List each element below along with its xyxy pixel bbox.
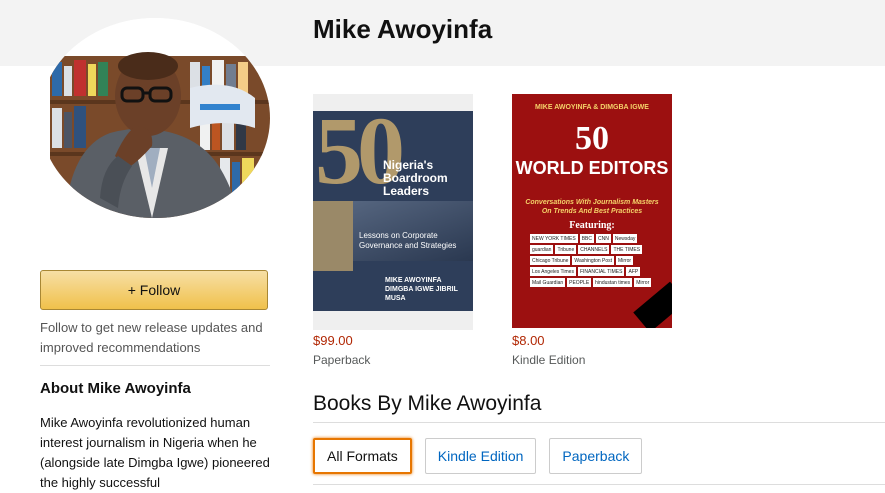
about-heading: About Mike Awoyinfa xyxy=(40,380,191,397)
cover-logo-badge: Mail Guardian xyxy=(530,278,566,287)
book-price[interactable]: $99.00 xyxy=(313,333,353,348)
book-card[interactable]: MIKE AWOYINFA & DIMGBA IGWE 50 WORLD EDI… xyxy=(512,94,682,367)
book-format: Kindle Edition xyxy=(512,353,586,367)
cover-logo-badge: Mirror xyxy=(634,278,652,287)
book-price[interactable]: $8.00 xyxy=(512,333,545,348)
cover-logo-badge: Newsday xyxy=(612,234,638,243)
cover-logo-badge: THE TIMES xyxy=(611,245,643,254)
cover-tagline: Conversations With Journalism Masters On… xyxy=(525,199,659,215)
cover-logo-badge: PEOPLE xyxy=(567,278,592,287)
section-divider xyxy=(313,422,885,423)
cover-subtitle: Lessons on Corporate Governance and Stra… xyxy=(359,231,457,250)
tab-paperback[interactable]: Paperback xyxy=(549,438,643,474)
book-card[interactable]: 50 Nigeria's Boardroom Leaders Lessons o… xyxy=(313,94,483,367)
about-text: Mike Awoyinfa revolutionized human inter… xyxy=(40,415,270,490)
cover-authors: MIKE AWOYINFA DIMGBA IGWE JIBRIL MUSA xyxy=(385,277,458,302)
tabs-divider xyxy=(313,484,885,485)
books-section-title: Books By Mike Awoyinfa xyxy=(313,392,542,415)
follow-button[interactable]: + Follow xyxy=(40,270,268,310)
cover-logo-badge: Mirror xyxy=(616,256,634,265)
cover-featuring: Featuring: xyxy=(569,220,615,231)
book-cover-link[interactable]: 50 Nigeria's Boardroom Leaders Lessons o… xyxy=(313,94,473,330)
cover-logo-badge: CNN xyxy=(596,234,611,243)
book-cover-image: MIKE AWOYINFA & DIMGBA IGWE 50 WORLD EDI… xyxy=(512,94,672,328)
author-portrait-image xyxy=(40,18,270,218)
author-avatar xyxy=(40,18,270,218)
cover-authors: MIKE AWOYINFA & DIMGBA IGWE xyxy=(535,104,649,111)
cover-corner-ribbon xyxy=(633,281,672,328)
cover-logo-badge: Washington Post xyxy=(572,256,615,265)
cover-number: 50 xyxy=(575,120,609,157)
book-cover-link[interactable]: MIKE AWOYINFA & DIMGBA IGWE 50 WORLD EDI… xyxy=(512,94,672,330)
author-name-heading: Mike Awoyinfa xyxy=(313,14,493,44)
tab-all-formats[interactable]: All Formats xyxy=(313,438,412,474)
sidebar-divider xyxy=(40,365,270,366)
cover-logo-badge: AFP xyxy=(626,267,641,276)
cover-logo-badge: hindustan times xyxy=(593,278,633,287)
cover-logo-badge: NEW YORK TIMES xyxy=(530,234,578,243)
cover-logo-badge: Chicago Tribune xyxy=(530,256,571,265)
cover-title: WORLD EDITORS xyxy=(515,158,669,178)
cover-logo-badge: FINANCIAL TIMES xyxy=(577,267,625,276)
format-tabs: All Formats Kindle Edition Paperback xyxy=(313,438,643,474)
book-format: Paperback xyxy=(313,353,371,367)
tab-kindle-edition[interactable]: Kindle Edition xyxy=(424,438,537,474)
cover-logo-badge: guardian xyxy=(530,245,554,254)
follow-description: Follow to get new release updates and im… xyxy=(40,320,263,355)
cover-logo-badge: CHANNELS xyxy=(578,245,610,254)
cover-title: Nigeria's Boardroom Leaders xyxy=(383,158,448,198)
cover-logo-badge: BBC xyxy=(579,234,594,243)
cover-logo-badge: Tribune xyxy=(555,245,577,254)
cover-logo-grid: NEW YORK TIMES BBC CNN Newsday guardian Tribu… xyxy=(530,234,654,287)
book-cover-image: 50 Nigeria's Boardroom Leaders Lessons o… xyxy=(313,111,473,311)
cover-logo-badge: Los Angeles Times xyxy=(530,267,576,276)
